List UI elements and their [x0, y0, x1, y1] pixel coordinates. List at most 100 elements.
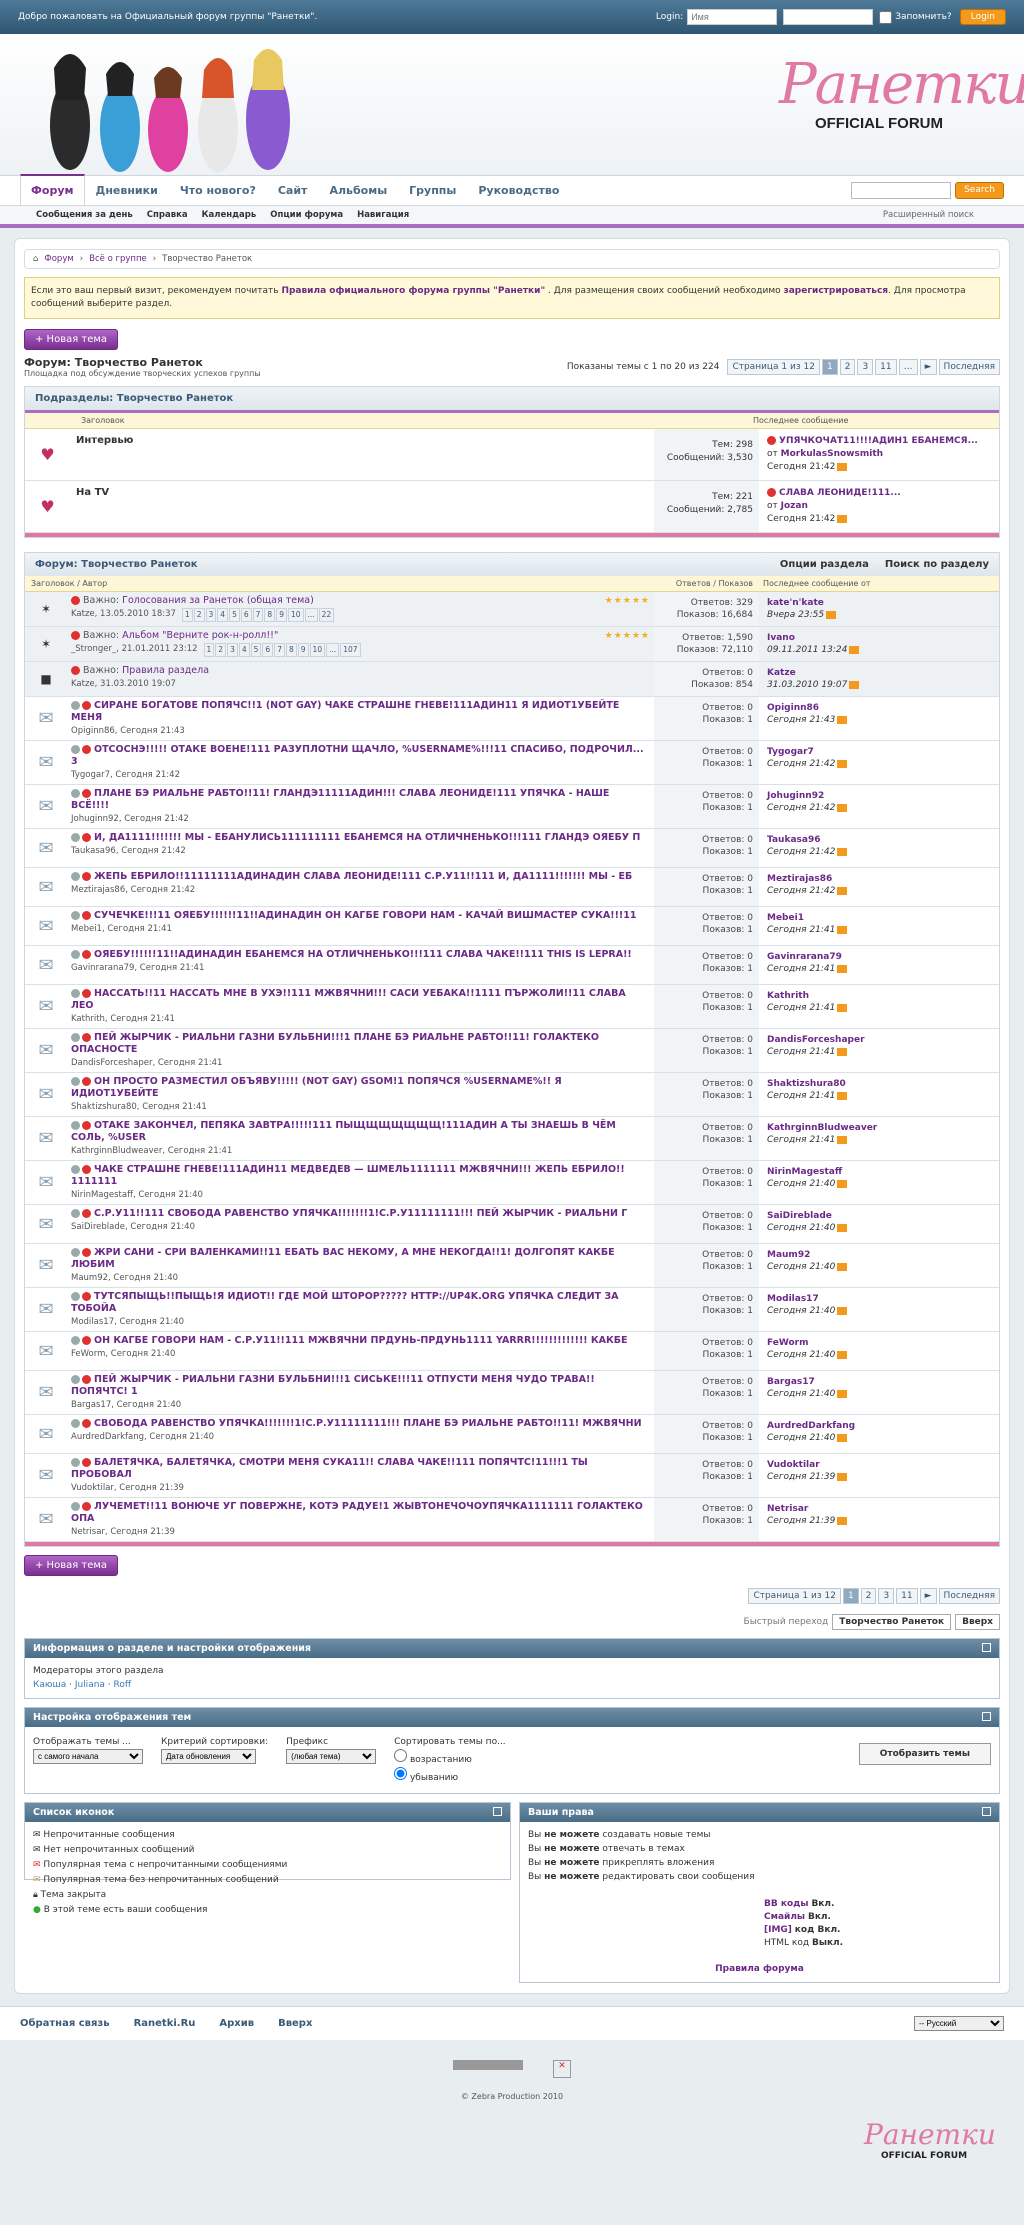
thread-title[interactable]: ОТАКЕ ЗАКОНЧЕЛ, ПЕПЯКА ЗАВТРА!!!!!111 ПЫ… [71, 1120, 616, 1143]
new-post-icon[interactable] [71, 1033, 80, 1042]
new-post-icon[interactable] [71, 1248, 80, 1257]
page-3[interactable]: 3 [878, 1588, 895, 1604]
advanced-search-link[interactable]: Расширенный поиск [883, 210, 974, 220]
subforum-name[interactable]: На TV [70, 481, 654, 532]
last-post-user[interactable]: KathrginnBludweaver [767, 1122, 991, 1134]
goto-last-icon[interactable] [837, 925, 848, 934]
last-post-user[interactable]: Gavinrarana79 [767, 951, 991, 963]
last-post-user[interactable]: Johuginn92 [767, 790, 991, 802]
new-thread-button-bottom[interactable]: + Новая тема [24, 1555, 119, 1576]
goto-last-icon[interactable] [837, 1003, 848, 1012]
footer-site-link[interactable]: Ranetki.Ru [134, 2018, 196, 2029]
new-post-icon[interactable] [71, 701, 80, 710]
code-setting-link[interactable]: Смайлы [764, 1912, 805, 1922]
goto-last-icon[interactable] [837, 462, 848, 471]
last-post-user[interactable]: Maum92 [767, 1249, 991, 1261]
last-post-user[interactable]: Bargas17 [767, 1376, 991, 1388]
last-post-user[interactable]: Vudoktilar [767, 1459, 991, 1471]
footer-top-link[interactable]: Вверх [278, 2018, 312, 2029]
new-post-icon[interactable] [71, 1458, 80, 1467]
footer-archive-link[interactable]: Архив [219, 2018, 254, 2029]
last-post-user[interactable]: NirinMagestaff [767, 1166, 991, 1178]
last-post-user[interactable]: Shaktizshura80 [767, 1078, 991, 1090]
col-replies-views[interactable]: Ответов / Показов [648, 579, 753, 588]
up-button[interactable]: Вверх [955, 1614, 1000, 1630]
next-page-button[interactable]: ► [919, 359, 937, 375]
subnav-forum-options[interactable]: Опции форума [270, 210, 343, 220]
thread-page-link[interactable]: ... [304, 608, 318, 622]
thread-title[interactable]: ЖЕПЬ ЕБРИЛО!!11111111АДИНАДИН СЛАВА ЛЕОН… [94, 871, 632, 882]
code-setting-link[interactable]: HTML код [764, 1938, 809, 1948]
thread-title[interactable]: ТУТСЯПЫЩЬ!!ПЫЩЬ!Я ИДИОТ!! ГДЕ МОЙ ШТОРОР… [71, 1291, 619, 1314]
last-post-user[interactable]: Meztirajas86 [767, 873, 991, 885]
last-post-user[interactable]: Modilas17 [767, 1293, 991, 1305]
last-post-user[interactable]: AurdredDarkfang [767, 1420, 991, 1432]
rules-link[interactable]: Правила официального форума группы "Ране… [281, 286, 545, 296]
password-input[interactable] [783, 9, 874, 25]
collapse-icon[interactable] [982, 1643, 991, 1652]
new-post-icon[interactable] [71, 872, 80, 881]
goto-last-icon[interactable] [837, 886, 848, 895]
show-threads-button[interactable]: Отобразить темы [858, 1743, 991, 1765]
forum-options-link[interactable]: Опции раздела [780, 559, 869, 570]
subnav-posts-today[interactable]: Сообщения за день [36, 210, 133, 220]
subnav-navigation[interactable]: Навигация [357, 210, 409, 220]
tab-albums[interactable]: Альбомы [318, 175, 398, 205]
thread-title[interactable]: ЛУЧЕМЕТ!!11 ВОНЮЧЕ УГ ПОВЕРЖНЕ, КОТЭ РАД… [71, 1501, 643, 1524]
subnav-calendar[interactable]: Календарь [202, 210, 257, 220]
thread-title[interactable]: И, ДА1111!!!!!!! МЫ - ЕБАНУЛИСЬ111111111… [94, 832, 640, 843]
page-1[interactable]: 1 [842, 1588, 859, 1604]
thread-page-link[interactable]: 5 [229, 608, 240, 622]
thread-title[interactable]: Правила раздела [122, 665, 209, 676]
thread-title[interactable]: ЧАКЕ СТРАШНЕ ГНЕВЕ!111АДИН11 МЕДВЕДЕВ — … [71, 1164, 625, 1187]
page-2[interactable]: 2 [860, 1588, 877, 1604]
page-2[interactable]: 2 [839, 359, 856, 375]
goto-last-icon[interactable] [837, 964, 848, 973]
next-page-button[interactable]: ► [919, 1588, 937, 1604]
breadcrumb-forum[interactable]: Форум [44, 254, 73, 264]
moderator-link[interactable]: Roff [114, 1680, 132, 1690]
tab-groups[interactable]: Группы [398, 175, 467, 205]
last-post-user[interactable]: DandisForceshaper [767, 1034, 991, 1046]
thread-page-link[interactable]: 1 [181, 608, 193, 622]
thread-title[interactable]: ПЛАНЕ БЭ РИАЛЬНЕ РАБТО!!11! ГЛАНДЭ11111А… [71, 788, 609, 811]
thread-page-link[interactable]: 2 [215, 643, 227, 657]
thread-title[interactable]: Альбом "Верните рок-н-ролл!!" [122, 630, 278, 641]
new-post-icon[interactable] [71, 989, 80, 998]
last-post-user[interactable]: Ivano [767, 632, 991, 644]
new-post-icon[interactable] [71, 745, 80, 754]
col-title-author[interactable]: Заголовок / Автор [31, 579, 648, 588]
goto-last-icon[interactable] [837, 1306, 848, 1315]
last-post-user[interactable]: SaiDireblade [767, 1210, 991, 1222]
new-post-icon[interactable] [71, 1209, 80, 1218]
new-post-icon[interactable] [71, 1336, 80, 1345]
thread-page-link[interactable]: 5 [250, 643, 262, 657]
goto-last-icon[interactable] [837, 514, 848, 523]
last-post-user[interactable]: kate'n'kate [767, 597, 991, 609]
thread-page-link[interactable]: 4 [238, 643, 250, 657]
thread-page-link[interactable]: 107 [340, 643, 361, 657]
thread-title[interactable]: НАССАТЬ!!11 НАССАТЬ МНЕ В УХЭ!!111 МЖВЯЧ… [71, 988, 626, 1011]
thread-page-link[interactable]: 2 [193, 608, 205, 622]
new-post-icon[interactable] [71, 1375, 80, 1384]
goto-last-icon[interactable] [837, 1223, 848, 1232]
thread-page-link[interactable]: 3 [205, 608, 217, 622]
page-3[interactable]: 3 [857, 359, 874, 375]
goto-last-icon[interactable] [849, 680, 860, 689]
new-post-icon[interactable] [71, 833, 80, 842]
thread-title[interactable]: СУЧЕЧКЕ!!!11 ОЯЕБУ!!!!!!11!!АДИНАДИН ОН … [94, 910, 637, 921]
last-post-user[interactable]: Taukasa96 [767, 834, 991, 846]
show-threads-select[interactable]: с самого начала [33, 1749, 143, 1764]
collapse-icon[interactable] [493, 1807, 502, 1816]
goto-last-icon[interactable] [837, 715, 848, 724]
username-input[interactable] [687, 9, 778, 25]
goto-last-icon[interactable] [837, 1179, 848, 1188]
thread-page-link[interactable]: 3 [227, 643, 238, 657]
thread-page-link[interactable]: 7 [274, 643, 285, 657]
thread-page-link[interactable]: 6 [240, 608, 252, 622]
code-setting-link[interactable]: [IMG] [764, 1925, 792, 1935]
page-11[interactable]: 11 [875, 359, 897, 375]
prefix-select[interactable]: (любая тема) [286, 1749, 377, 1764]
thread-page-link[interactable]: 22 [318, 608, 335, 622]
goto-last-icon[interactable] [849, 645, 860, 654]
